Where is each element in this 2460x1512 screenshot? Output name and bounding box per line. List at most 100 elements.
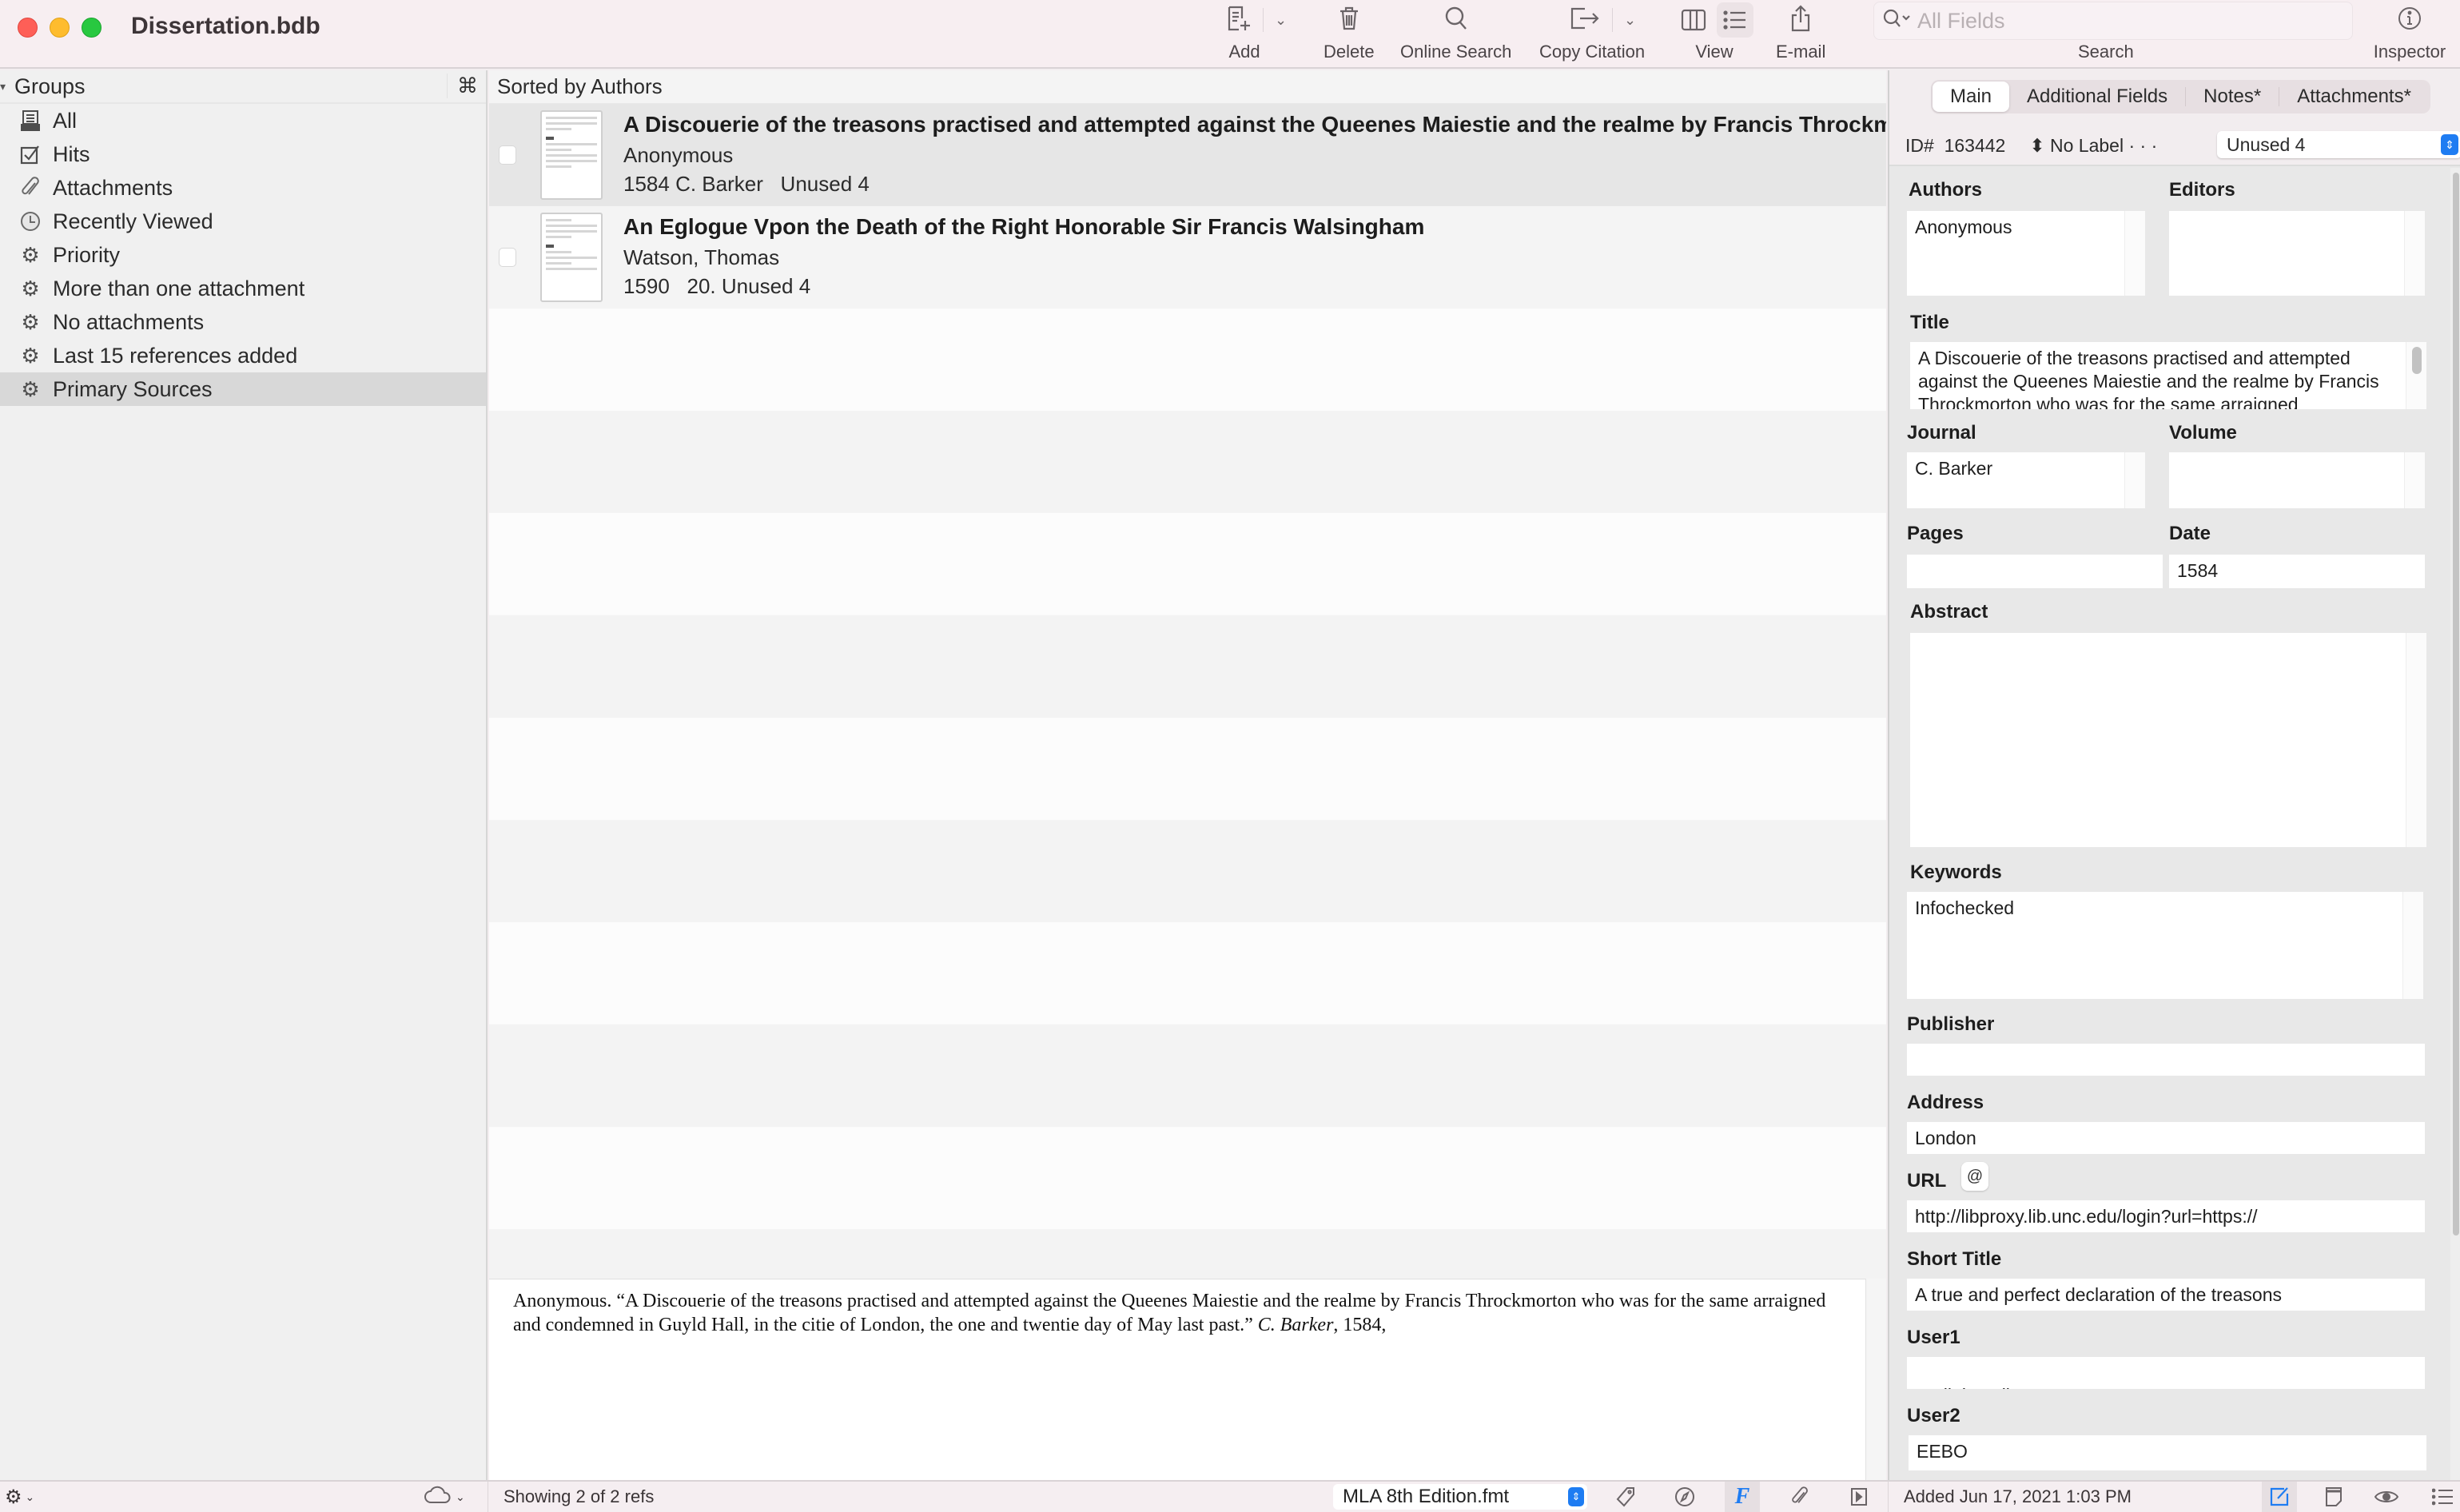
columns-view-button[interactable] <box>1675 2 1712 38</box>
title-field[interactable]: A Discouerie of the treasons practised a… <box>1910 342 2426 409</box>
editors-field[interactable] <box>2169 211 2425 296</box>
sort-header[interactable]: Sorted by Authors <box>489 70 1886 104</box>
address-field[interactable]: London <box>1907 1122 2425 1154</box>
minimize-window-button[interactable] <box>50 18 70 38</box>
sidebar-item-last-15-references[interactable]: ⚙ Last 15 references added <box>0 339 486 372</box>
citation-format-select[interactable]: MLA 8th Edition.fmt ⇕ <box>1333 1484 1587 1510</box>
title-scroll-thumb[interactable] <box>2412 347 2422 374</box>
compass-icon <box>1675 1487 1694 1506</box>
pdf-thumbnail[interactable] <box>540 213 603 302</box>
cloud-sync-menu[interactable]: ⌄ <box>424 1482 465 1512</box>
sidebar-item-more-than-one-attachment[interactable]: ⚙ More than one attachment <box>0 272 486 305</box>
chevron-down-icon: ⌄ <box>25 1490 35 1503</box>
attachment-button[interactable] <box>1782 1482 1817 1512</box>
email-label: E-mail <box>1776 42 1826 62</box>
keywords-field[interactable]: Infochecked <box>1907 892 2423 999</box>
disclosure-triangle-icon[interactable]: ▾ <box>0 80 14 94</box>
reference-checkbox[interactable] <box>499 248 516 267</box>
sidebar-item-priority[interactable]: ⚙ Priority <box>0 238 486 272</box>
search-input[interactable] <box>1917 8 2333 34</box>
date-field[interactable]: 1584 <box>2169 555 2425 588</box>
chevron-down-icon[interactable]: ⌄ <box>1624 12 1636 29</box>
sidebar-item-attachments[interactable]: Attachments <box>0 171 486 205</box>
publisher-field[interactable] <box>1907 1044 2425 1076</box>
tab-additional-fields[interactable]: Additional Fields <box>2009 82 2185 112</box>
add-button[interactable]: ⌄ Add <box>1226 0 1287 69</box>
online-search-label: Online Search <box>1400 42 1512 62</box>
reference-row[interactable]: An Eglogue Vpon the Death of the Right H… <box>489 206 1886 308</box>
groups-header[interactable]: ▾ Groups ⌘ <box>0 70 486 104</box>
window-title: Dissertation.bdb <box>131 13 320 39</box>
gear-icon: ⚙ <box>21 376 40 401</box>
user1-field[interactable]: Bodleian Library <box>1907 1357 2425 1389</box>
preview-toggle-button[interactable] <box>1841 1482 1877 1512</box>
search-field[interactable] <box>1873 2 2353 40</box>
quicklook-button[interactable] <box>2369 1482 2404 1512</box>
inspector-fields: Authors Anonymous Editors Title A Discou… <box>1889 168 2460 1480</box>
preview-scrollbar[interactable] <box>1865 1279 1886 1480</box>
command-icon[interactable]: ⌘ <box>447 74 478 98</box>
tag-icon <box>1616 1487 1634 1507</box>
authors-label: Authors <box>1909 179 1982 201</box>
paperclip-icon <box>19 177 42 199</box>
delete-label: Delete <box>1324 42 1375 62</box>
tab-notes[interactable]: Notes* <box>2186 82 2279 112</box>
delete-button[interactable]: Delete <box>1324 0 1375 69</box>
sidebar-item-label: No attachments <box>53 309 205 334</box>
pdf-thumbnail[interactable] <box>540 110 603 200</box>
sidebar-item-primary-sources[interactable]: ⚙ Primary Sources <box>0 372 486 406</box>
compass-button[interactable] <box>1667 1482 1702 1512</box>
reference-count: Showing 2 of 2 refs <box>504 1486 655 1506</box>
abstract-label: Abstract <box>1910 601 1988 623</box>
label-popup[interactable]: ⬍ No Label · · · <box>2029 135 2157 157</box>
format-button[interactable]: F <box>1725 1482 1760 1512</box>
citation-preview: Anonymous. “A Discouerie of the treasons… <box>489 1279 1865 1480</box>
reference-list: Sorted by Authors A Discouerie of the tr… <box>489 70 1886 1279</box>
search-label: Search <box>2078 42 2134 62</box>
pages-field[interactable] <box>1907 555 2163 588</box>
email-button[interactable]: E-mail <box>1776 0 1825 69</box>
keywords-label: Keywords <box>1910 861 2002 883</box>
group-actions-menu[interactable]: ⚙ ⌄ <box>5 1482 34 1512</box>
short-title-field[interactable]: A true and perfect declaration of the tr… <box>1907 1279 2425 1311</box>
url-field[interactable]: http://libproxy.lib.unc.edu/login?url=ht… <box>1907 1200 2425 1232</box>
inspector-button[interactable]: Inspector <box>2366 0 2454 69</box>
export-arrow-icon <box>1569 6 1601 35</box>
search-scope-icon[interactable] <box>1882 8 1911 34</box>
zoom-window-button[interactable] <box>82 18 102 38</box>
reference-checkbox[interactable] <box>499 145 516 165</box>
chevron-down-icon: ⌄ <box>456 1490 465 1503</box>
eye-icon <box>2374 1491 2398 1502</box>
select-stepper-icon: ⇕ <box>2441 134 2458 155</box>
chevron-down-icon[interactable]: ⌄ <box>1275 12 1287 29</box>
authors-field[interactable]: Anonymous <box>1907 211 2145 296</box>
open-url-button[interactable]: @ <box>1961 1162 1988 1191</box>
address-label: Address <box>1907 1092 1984 1113</box>
library-icon <box>19 109 42 132</box>
sidebar-item-all[interactable]: All <box>0 104 486 137</box>
abstract-field[interactable] <box>1910 633 2426 847</box>
status-select[interactable]: Unused 4 ⇕ <box>2217 131 2460 158</box>
copy-citation-button[interactable]: ⌄ Copy Citation <box>1539 0 1666 69</box>
reference-row[interactable]: A Discouerie of the treasons practised a… <box>489 104 1886 206</box>
short-title-label: Short Title <box>1907 1248 2002 1270</box>
sidebar-item-no-attachments[interactable]: ⚙ No attachments <box>0 305 486 339</box>
cloud-icon <box>424 1484 452 1510</box>
online-search-button[interactable]: Online Search <box>1400 0 1511 69</box>
edit-icon <box>2270 1487 2289 1506</box>
volume-field[interactable] <box>2169 452 2425 508</box>
sidebar-item-recently-viewed[interactable]: Recently Viewed <box>0 205 486 238</box>
notes-button[interactable] <box>2316 1482 2351 1512</box>
close-window-button[interactable] <box>18 18 38 38</box>
tab-main[interactable]: Main <box>1933 82 2010 112</box>
tab-attachments[interactable]: Attachments* <box>2279 82 2429 112</box>
list-options-button[interactable] <box>2425 1482 2460 1512</box>
edit-button[interactable] <box>2262 1482 2297 1512</box>
sidebar-item-hits[interactable]: Hits <box>0 137 486 171</box>
inspector-scrollbar[interactable] <box>2450 168 2460 1480</box>
tag-button[interactable] <box>1608 1482 1643 1512</box>
magnifier-icon <box>1444 6 1468 35</box>
user2-field[interactable]: EEBO <box>1909 1435 2426 1470</box>
journal-field[interactable]: C. Barker <box>1907 452 2145 508</box>
list-view-button[interactable] <box>1717 2 1753 38</box>
